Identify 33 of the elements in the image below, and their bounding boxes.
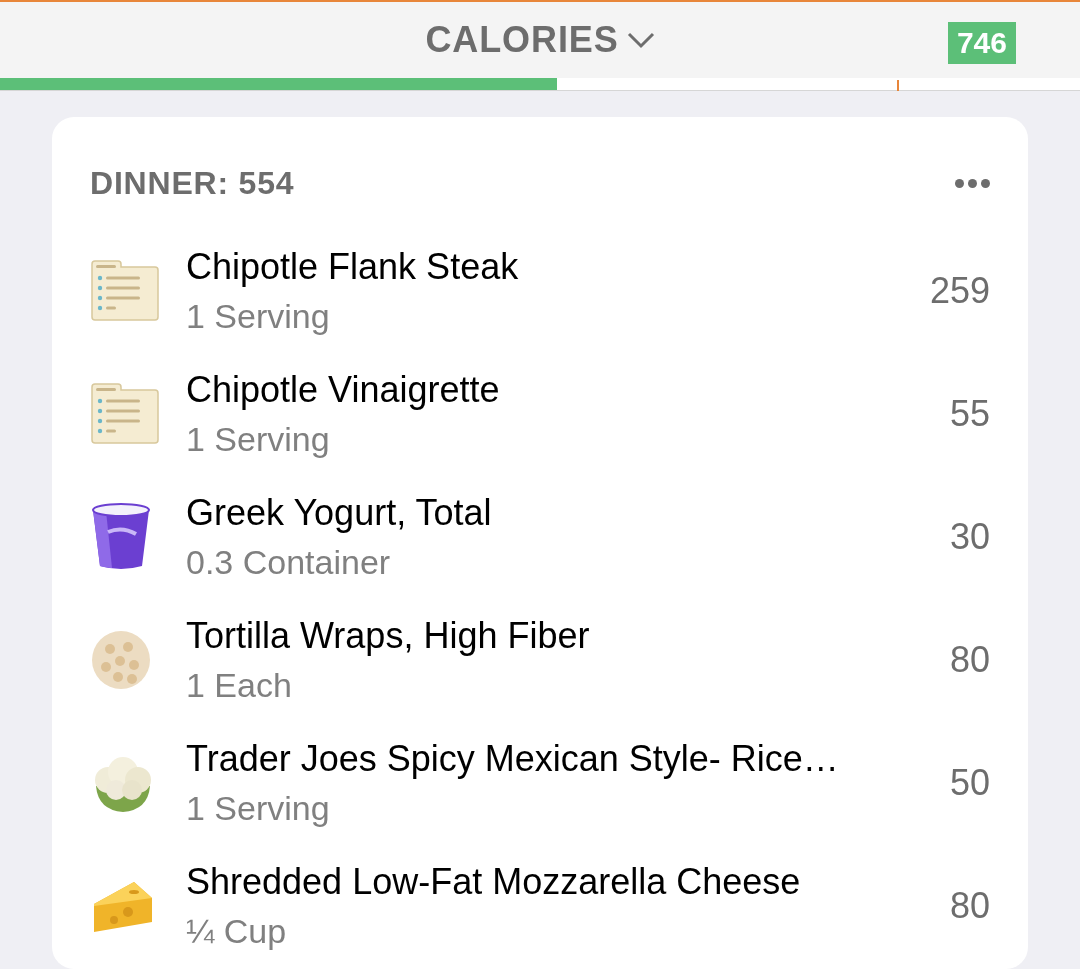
food-name: Chipotle Flank Steak <box>186 244 520 289</box>
food-entry[interactable]: Chipotle Vinaigrette 1 Serving 55 <box>90 352 990 475</box>
calorie-count: 80 <box>948 883 990 928</box>
food-name: Tortilla Wraps, High Fiber <box>186 613 591 658</box>
food-entry[interactable]: Shredded Low-Fat Mozzarella Cheese ¼ Cup 80 <box>90 844 990 967</box>
food-entry[interactable]: Chipotle Flank Steak 1 Serving 259 <box>90 229 990 352</box>
serving-size: 1 Serving <box>186 418 331 460</box>
calories-remaining-badge: 746 <box>947 22 1016 64</box>
recipe-card-icon <box>90 382 160 445</box>
serving-size: ¼ Cup <box>186 910 288 952</box>
food-name: Shredded Low-Fat Mozzarella Cheese <box>186 859 802 904</box>
food-entry[interactable]: Tortilla Wraps, High Fiber 1 Each 80 <box>90 598 990 721</box>
calorie-count: 55 <box>948 391 990 436</box>
meal-title: DINNER: 554 <box>90 164 295 203</box>
food-entry[interactable]: Trader Joes Spicy Mexican Style- Rice… 1 Serving 50 <box>90 721 990 844</box>
recipe-card-icon <box>90 259 160 322</box>
serving-size: 1 Serving <box>186 787 331 829</box>
serving-size: 1 Each <box>186 664 293 706</box>
tortilla-icon <box>90 628 152 691</box>
calorie-count: 30 <box>948 514 990 559</box>
food-name: Greek Yogurt, Total <box>186 490 493 535</box>
goal-marker <box>897 80 899 91</box>
food-name: Chipotle Vinaigrette <box>186 367 501 412</box>
serving-size: 0.3 Container <box>186 541 392 583</box>
food-name: Trader Joes Spicy Mexican Style- Rice… <box>186 736 840 781</box>
calorie-count: 50 <box>948 760 990 805</box>
food-entry[interactable]: Greek Yogurt, Total 0.3 Container 30 <box>90 475 990 598</box>
calorie-count: 80 <box>948 637 990 682</box>
serving-size: 1 Serving <box>186 295 331 337</box>
yogurt-cup-icon <box>90 501 152 572</box>
calorie-count: 259 <box>928 268 990 313</box>
chevron-down-icon <box>626 31 655 49</box>
calories-dropdown[interactable]: CALORIES <box>425 13 655 67</box>
